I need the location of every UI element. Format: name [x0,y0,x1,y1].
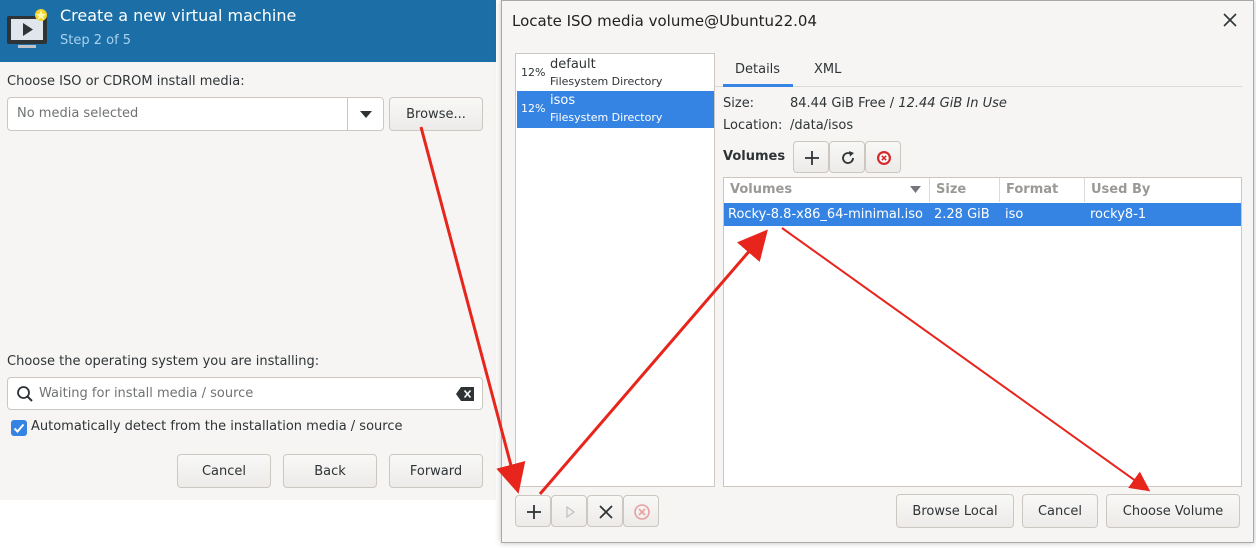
arrow-add-to-volume [538,229,768,495]
arrow-browse-to-add [419,126,526,494]
arrow-volume-to-choose [781,227,1151,492]
annotation-arrows-overlay [419,126,1151,495]
